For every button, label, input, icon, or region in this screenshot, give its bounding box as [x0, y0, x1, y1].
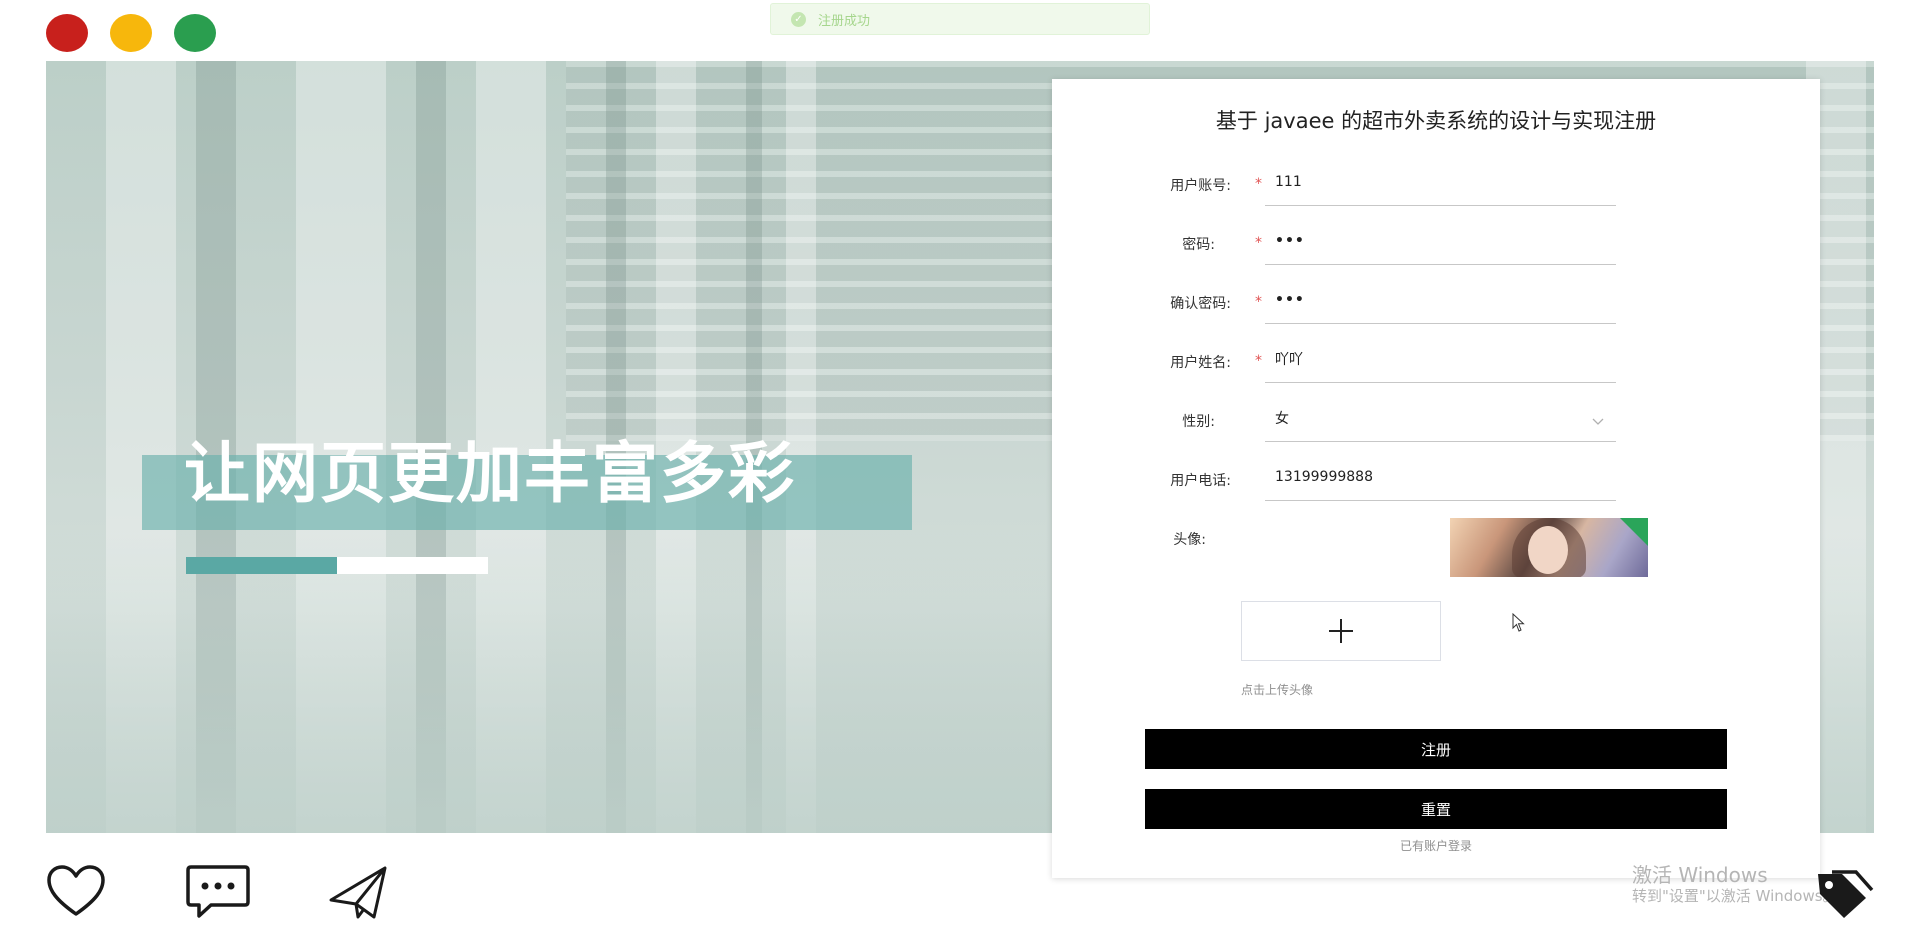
- confirm-password-label: 确认密码:: [1170, 296, 1231, 312]
- form-row-confirm-password: 确认密码: * •••: [1052, 277, 1820, 336]
- password-input[interactable]: •••: [1265, 218, 1616, 265]
- avatar-upload-button[interactable]: [1241, 601, 1441, 661]
- hero-slogan: 让网页更加丰富多彩: [184, 435, 796, 512]
- phone-input[interactable]: 13199999888: [1265, 454, 1616, 501]
- hero-progress-fill: [186, 557, 337, 574]
- form-row-account: 用户账号: * 111: [1052, 159, 1820, 218]
- page: 让网页更加丰富多彩 ✓ 注册成功 基于 javaee 的超市外卖系统的设计与实现…: [0, 0, 1920, 948]
- plus-icon: [1329, 619, 1353, 643]
- gender-label: 性别:: [1182, 414, 1215, 430]
- required-marker: *: [1255, 235, 1262, 251]
- required-marker: *: [1255, 353, 1262, 369]
- gender-selected-value: 女: [1275, 411, 1289, 427]
- success-toast: ✓ 注册成功: [770, 3, 1150, 35]
- minimize-window-dot[interactable]: [110, 14, 152, 52]
- heart-icon[interactable]: [46, 864, 106, 922]
- message-icon[interactable]: [185, 864, 251, 924]
- form-row-avatar: 头像:: [1052, 513, 1820, 572]
- phone-label: 用户电话:: [1170, 473, 1231, 489]
- activate-windows-title: 激活 Windows: [1632, 863, 1768, 887]
- gender-select[interactable]: 女: [1265, 395, 1616, 442]
- avatar-preview[interactable]: [1450, 518, 1648, 577]
- toast-message: 注册成功: [818, 13, 871, 29]
- name-label: 用户姓名:: [1170, 355, 1231, 371]
- password-label: 密码:: [1182, 237, 1215, 253]
- avatar-photo-face: [1528, 526, 1568, 574]
- check-circle-icon: ✓: [791, 11, 806, 27]
- close-window-dot[interactable]: [46, 14, 88, 52]
- reset-button[interactable]: 重置: [1145, 789, 1727, 829]
- maximize-window-dot[interactable]: [174, 14, 216, 52]
- name-input[interactable]: 吖吖: [1265, 336, 1616, 383]
- avatar-label: 头像:: [1173, 532, 1206, 548]
- register-button[interactable]: 注册: [1145, 729, 1727, 769]
- login-link[interactable]: 已有账户登录: [1052, 837, 1820, 854]
- form-row-password: 密码: * •••: [1052, 218, 1820, 277]
- avatar-status-corner: [1620, 518, 1648, 546]
- hero-progress-bar: [186, 557, 488, 574]
- tag-icon[interactable]: [1812, 868, 1874, 924]
- required-marker: *: [1255, 294, 1262, 310]
- upload-hint: 点击上传头像: [1241, 683, 1314, 697]
- mouse-cursor-icon: [1512, 612, 1526, 637]
- confirm-password-input[interactable]: •••: [1265, 277, 1616, 324]
- required-marker: *: [1255, 176, 1262, 192]
- register-card: 基于 javaee 的超市外卖系统的设计与实现注册 用户账号: * 111 密码…: [1052, 79, 1820, 878]
- form-row-gender: 性别: 女: [1052, 395, 1820, 454]
- form-row-phone: 用户电话: 13199999888: [1052, 454, 1820, 513]
- form-row-name: 用户姓名: * 吖吖: [1052, 336, 1820, 395]
- account-label: 用户账号:: [1170, 178, 1231, 194]
- chevron-down-icon: [1592, 414, 1604, 430]
- account-input[interactable]: 111: [1265, 159, 1616, 206]
- form-title: 基于 javaee 的超市外卖系统的设计与实现注册: [1215, 109, 1657, 133]
- activate-windows-subtitle: 转到"设置"以激活 Windows。: [1632, 887, 1838, 905]
- send-icon[interactable]: [328, 864, 388, 924]
